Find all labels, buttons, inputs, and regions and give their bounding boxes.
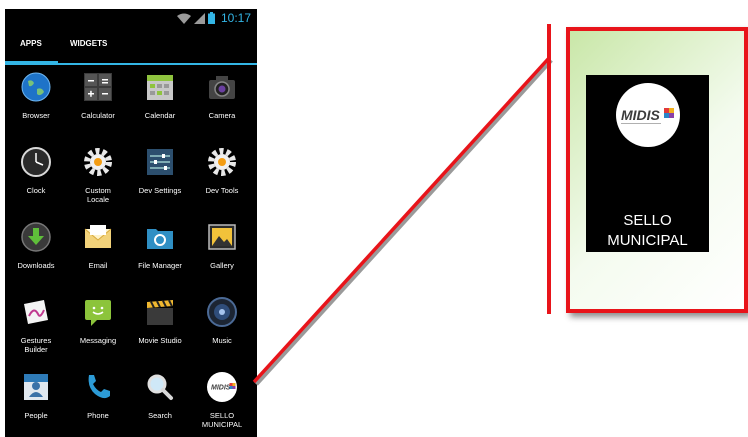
- callout-card: MIDIS SELLO MUNICIPAL: [566, 27, 748, 313]
- callout-bracket: [547, 24, 551, 314]
- midis-logo-icon: MIDIS: [616, 83, 680, 147]
- midis-logo-text: MIDIS: [621, 107, 661, 123]
- midis-logo-mark: MIDIS: [621, 107, 674, 124]
- zoomed-app-sello-municipal: MIDIS SELLO MUNICIPAL: [586, 75, 709, 252]
- zoomed-app-label: SELLO MUNICIPAL: [607, 212, 688, 249]
